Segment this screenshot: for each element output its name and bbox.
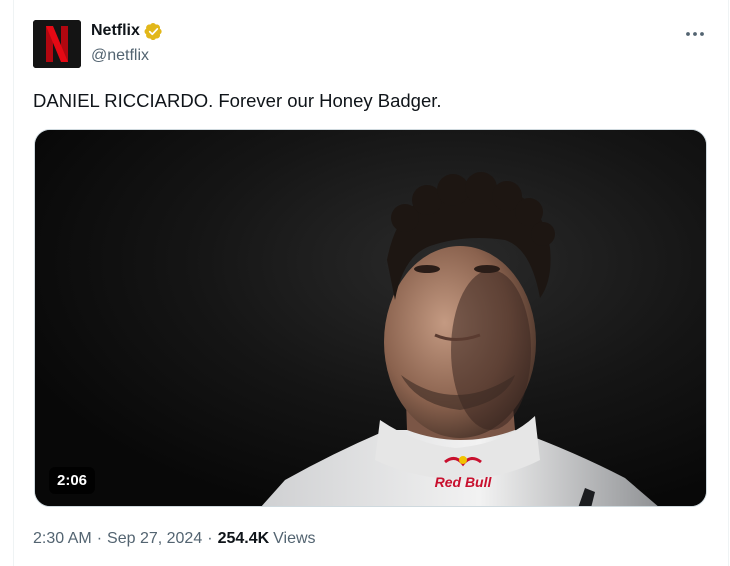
views-label: Views xyxy=(273,530,316,547)
verified-badge-icon xyxy=(144,22,163,41)
tweet-text: DANIEL RICCIARDO. Forever our Honey Badg… xyxy=(33,90,442,111)
tweet-time[interactable]: 2:30 AM xyxy=(33,528,92,550)
meta-separator: · xyxy=(96,530,103,547)
red-bull-shirt-logo: Red Bull xyxy=(435,474,493,490)
more-options-button[interactable] xyxy=(683,24,707,44)
display-name[interactable]: Netflix xyxy=(91,20,140,42)
netflix-n-logo-icon xyxy=(33,20,81,68)
video-thumbnail: Red Bull xyxy=(35,130,706,506)
author-handle[interactable]: @netflix xyxy=(91,45,149,67)
author-name-row: Netflix xyxy=(91,20,163,42)
video-player[interactable]: Red Bull 2:06 xyxy=(34,129,707,507)
meta-separator: · xyxy=(207,530,213,547)
tweet-date[interactable]: Sep 27, 2024 xyxy=(107,528,202,550)
avatar[interactable] xyxy=(33,20,81,68)
tweet-meta: 2:30 AM · Sep 27, 2024 · 254.4K Views xyxy=(33,528,316,550)
views-count: 254.4K xyxy=(217,530,270,547)
more-dots-icon xyxy=(686,32,704,36)
video-duration-badge: 2:06 xyxy=(49,467,96,494)
